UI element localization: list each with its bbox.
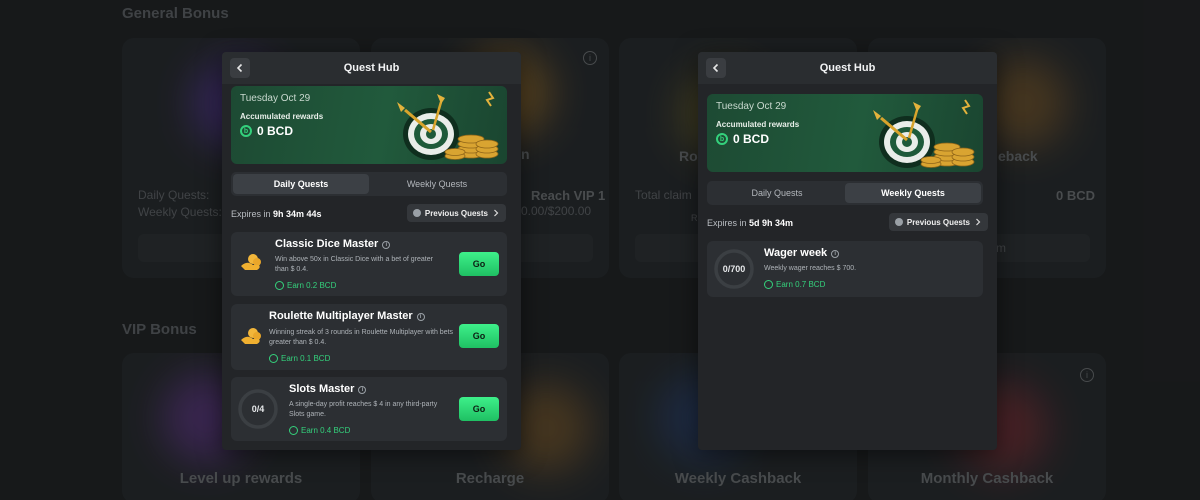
modal-header: Quest Hub: [698, 52, 997, 84]
expires-label: Expires in: [707, 218, 750, 228]
info-icon[interactable]: i: [416, 313, 425, 321]
modal-header: Quest Hub: [222, 52, 521, 84]
quest-title: Slots Master i: [289, 383, 367, 395]
quest-progress-ring: 0/700: [712, 247, 756, 291]
quest-reward: Earn 0.2 BCD: [275, 281, 336, 290]
info-icon[interactable]: i: [358, 386, 367, 394]
bcd-coin-icon: b: [716, 133, 728, 145]
quest-title: Classic Dice Master i: [275, 238, 391, 250]
quest-card: 0/4 Slots Master i A single-day profit re…: [231, 377, 507, 441]
previous-quests-button[interactable]: Previous Quests: [406, 204, 506, 222]
chevron-left-icon: [712, 63, 719, 73]
go-button[interactable]: Go: [459, 252, 499, 276]
quest-reward-text: Earn 0.7 BCD: [776, 280, 826, 289]
expires-value: 5d 9h 34m: [749, 218, 794, 228]
quest-description: Winning streak of 3 rounds in Roulette M…: [269, 329, 454, 346]
rewards-banner: Tuesday Oct 29 Accumulated rewards b 0 B…: [231, 86, 507, 164]
clock-icon: [894, 218, 903, 226]
quest-title-text: Roulette Multiplayer Master: [269, 310, 413, 322]
quest-card: Classic Dice Master i Win above 50x in Cl…: [231, 232, 507, 296]
accumulated-balance: b 0 BCD: [240, 124, 293, 138]
modal-title: Quest Hub: [819, 62, 876, 74]
accumulated-rewards-label: Accumulated rewards: [240, 112, 324, 121]
go-button[interactable]: Go: [459, 397, 499, 421]
go-button[interactable]: Go: [459, 324, 499, 348]
quest-tabs: Daily Quests Weekly Quests: [707, 181, 983, 205]
quest-reward: Earn 0.1 BCD: [269, 354, 330, 363]
chevron-left-icon: [236, 63, 243, 73]
chevron-right-icon: [976, 218, 981, 226]
quest-reward: Earn 0.7 BCD: [764, 280, 825, 289]
modal-overlay[interactable]: [0, 0, 1200, 500]
quest-title-text: Classic Dice Master: [275, 238, 379, 250]
dartboard-gold-coins-icon: [397, 91, 499, 160]
balance-amount: 0 BCD: [733, 132, 770, 146]
expires-label: Expires in: [231, 209, 274, 219]
clock-icon: [412, 209, 421, 217]
back-button[interactable]: [706, 58, 726, 78]
banner-date: Tuesday Oct 29: [240, 93, 311, 104]
tab-weekly-quests[interactable]: Weekly Quests: [369, 174, 505, 194]
quest-description: Win above 50x in Classic Dice with a bet…: [275, 256, 433, 273]
quest-progress-label: 0/4: [251, 404, 265, 414]
quest-title: Wager week i: [764, 247, 840, 259]
bcd-coin-icon: [275, 281, 284, 290]
tab-daily-quests[interactable]: Daily Quests: [233, 174, 369, 194]
bcd-coin-icon: [269, 354, 278, 363]
accumulated-balance: b 0 BCD: [716, 132, 769, 146]
quest-tabs: Daily Quests Weekly Quests: [231, 172, 507, 196]
quest-description: Weekly wager reaches $ 700.: [764, 265, 857, 272]
quest-title-text: Slots Master: [289, 383, 355, 395]
banner-date: Tuesday Oct 29: [716, 101, 787, 112]
bcd-coin-icon: [289, 426, 298, 435]
info-icon[interactable]: i: [382, 241, 391, 249]
coin-hand-icon: [241, 328, 261, 344]
balance-amount: 0 BCD: [257, 124, 294, 138]
accumulated-rewards-label: Accumulated rewards: [716, 120, 800, 129]
expires-timer: Expires in 9h 34m 44s: [231, 209, 322, 219]
quest-reward-text: Earn 0.2 BCD: [287, 281, 337, 290]
quest-card: 0/700 Wager week i Weekly wager reaches $…: [707, 241, 983, 297]
expires-timer: Expires in 5d 9h 34m: [707, 218, 793, 228]
tab-daily-quests[interactable]: Daily Quests: [709, 183, 845, 203]
quest-title: Roulette Multiplayer Master i: [269, 310, 425, 322]
quest-reward-text: Earn 0.4 BCD: [301, 426, 351, 435]
rewards-banner: Tuesday Oct 29 Accumulated rewards b 0 B…: [707, 94, 983, 172]
chevron-right-icon: [494, 209, 499, 217]
modal-title: Quest Hub: [343, 62, 400, 74]
quest-card: Roulette Multiplayer Master i Winning str…: [231, 304, 507, 370]
tab-weekly-quests[interactable]: Weekly Quests: [845, 183, 981, 203]
back-button[interactable]: [230, 58, 250, 78]
bcd-coin-icon: [764, 280, 773, 289]
quest-reward-text: Earn 0.1 BCD: [281, 354, 331, 363]
quest-hub-modal-daily: Quest Hub Tuesday Oct 29 Accumulated rew…: [222, 52, 521, 450]
quest-progress-label: 0/700: [722, 264, 746, 274]
quest-title-text: Wager week: [764, 247, 828, 259]
info-icon[interactable]: i: [831, 250, 840, 258]
quest-reward: Earn 0.4 BCD: [289, 426, 350, 435]
previous-quests-label: Previous Quests: [906, 217, 970, 227]
bcd-coin-icon: b: [240, 125, 252, 137]
dartboard-gold-coins-icon: [873, 99, 975, 168]
quest-description: A single-day profit reaches $ 4 in any t…: [289, 401, 438, 418]
coin-hand-icon: [241, 254, 261, 270]
previous-quests-label: Previous Quests: [424, 208, 488, 218]
expires-value: 9h 34m 44s: [273, 209, 322, 219]
quest-hub-modal-weekly: Quest Hub Tuesday Oct 29 Accumulated rew…: [698, 52, 997, 450]
quest-progress-ring: 0/4: [236, 387, 280, 431]
previous-quests-button[interactable]: Previous Quests: [888, 213, 988, 231]
bonus-page-background: General Bonus Daily Quests: Weekly Quest…: [0, 0, 1200, 500]
